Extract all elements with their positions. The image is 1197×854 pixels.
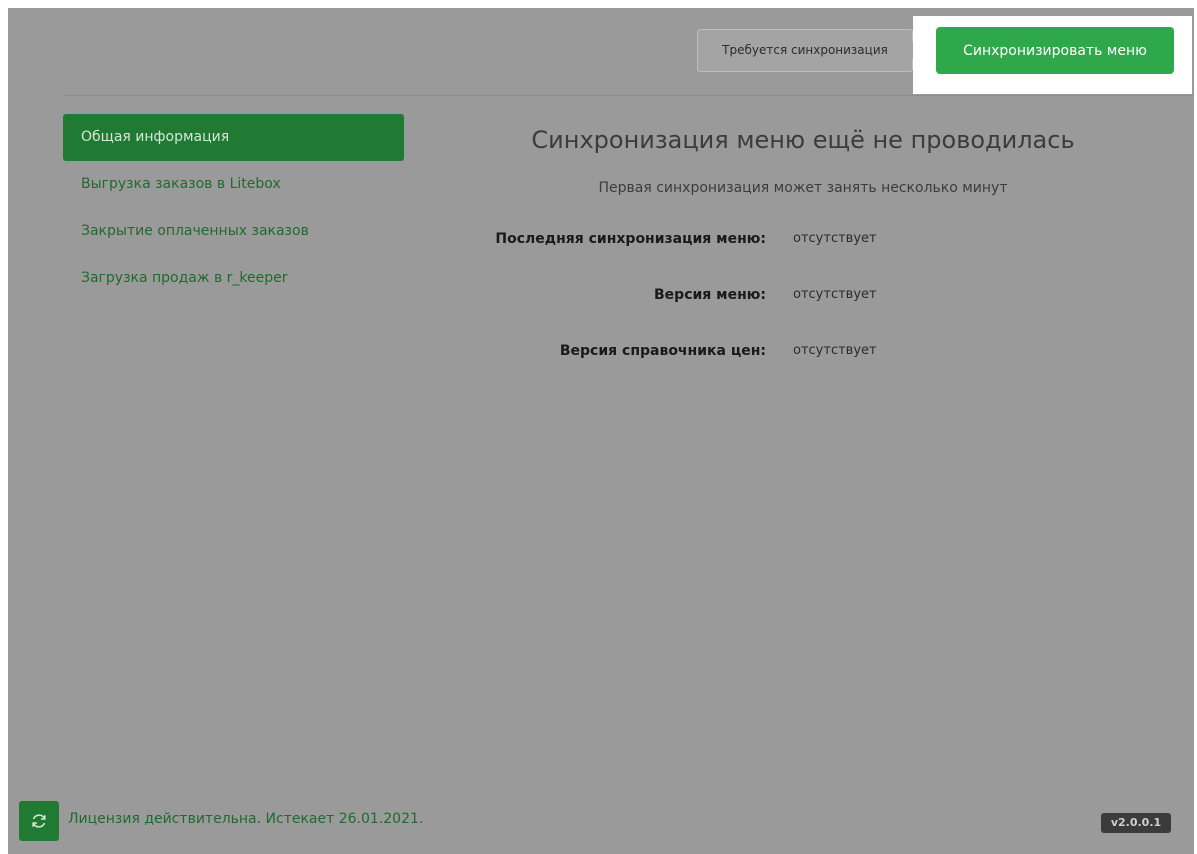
page-subtitle: Первая синхронизация может занять нескол… (598, 180, 1008, 196)
page-title: Синхронизация меню ещё не проводилась (531, 126, 1075, 154)
sync-menu-button[interactable]: Синхронизировать меню (936, 27, 1174, 74)
license-status: Лицензия действительна. Истекает 26.01.2… (68, 811, 424, 827)
sidebar-item-general-info[interactable]: Общая информация (63, 114, 404, 161)
info-row-menu-version: Версия меню: отсутствует (408, 283, 1088, 307)
sidebar-item-litebox-export[interactable]: Выгрузка заказов в Litebox (63, 161, 404, 208)
sidebar-nav: Общая информация Выгрузка заказов в Lite… (63, 114, 404, 302)
info-value: отсутствует (793, 287, 877, 302)
refresh-icon (32, 814, 46, 828)
header-divider (63, 95, 1194, 96)
info-value: отсутствует (793, 343, 877, 358)
sync-required-tooltip: Требуется синхронизация (697, 29, 913, 72)
info-label: Последняя синхронизация меню: (495, 231, 766, 247)
info-label: Версия меню: (654, 287, 766, 303)
app-window: Требуется синхронизация Синхронизировать… (8, 8, 1194, 854)
refresh-button[interactable] (19, 801, 59, 841)
info-label: Версия справочника цен: (559, 343, 766, 359)
info-row-price-version: Версия справочника цен: отсутствует (408, 339, 1088, 363)
sidebar-item-rkeeper-sales[interactable]: Загрузка продаж в r_keeper (63, 255, 404, 302)
version-badge: v2.0.0.1 (1101, 813, 1171, 833)
info-value: отсутствует (793, 231, 877, 246)
sidebar-item-close-paid-orders[interactable]: Закрытие оплаченных заказов (63, 208, 404, 255)
info-row-last-sync: Последняя синхронизация меню: отсутствуе… (408, 227, 1088, 251)
